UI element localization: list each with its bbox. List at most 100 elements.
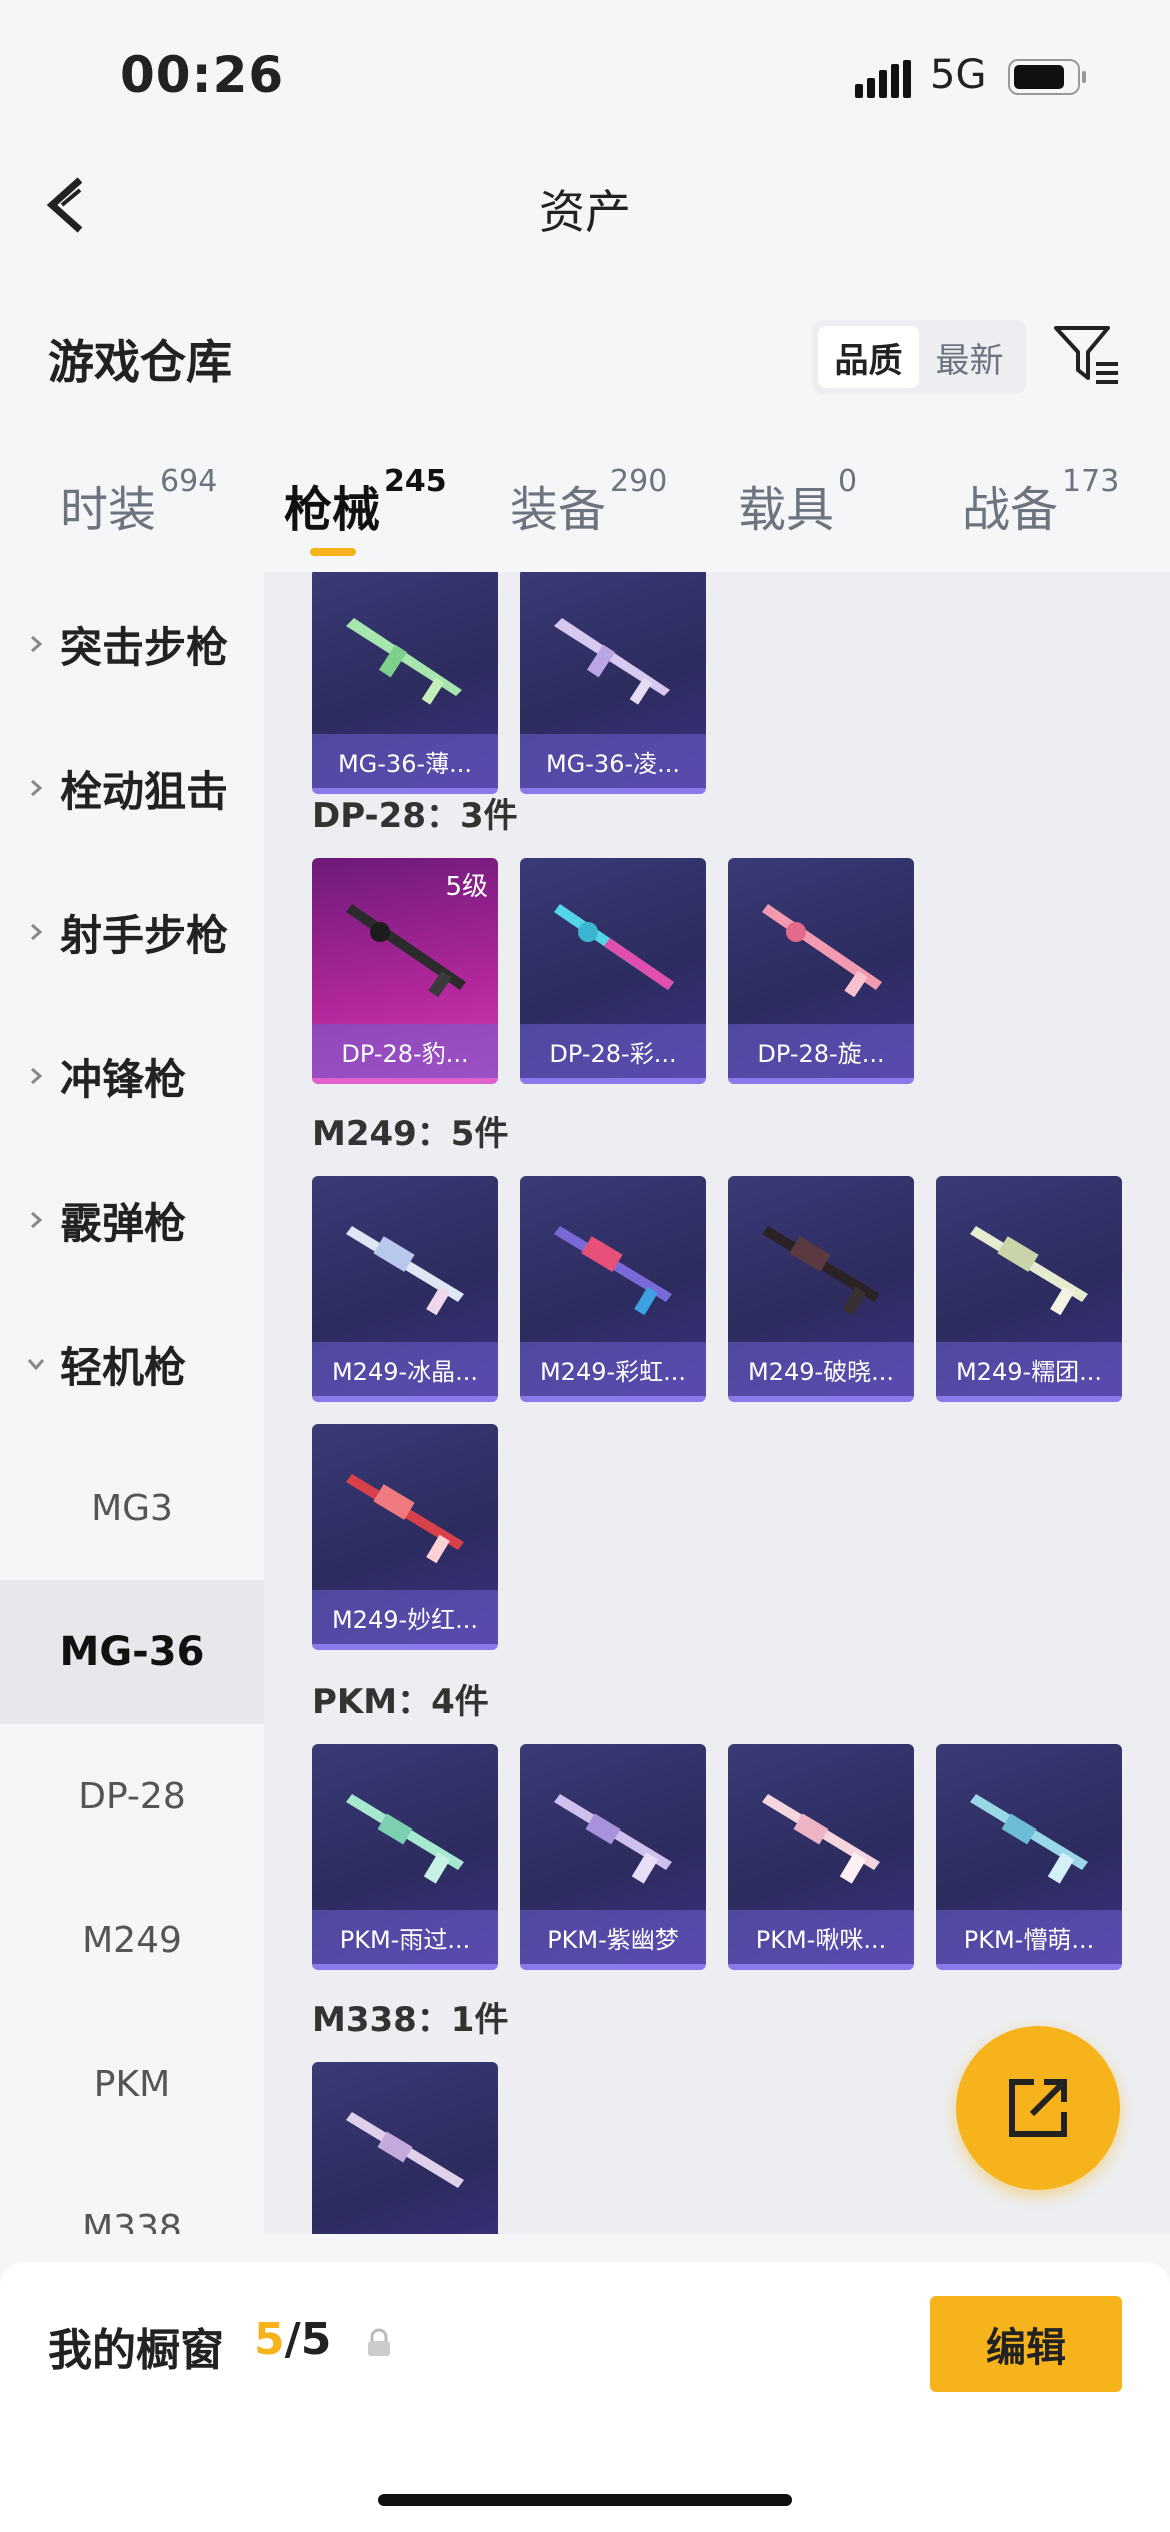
- group-title-m249: M249：5件: [312, 1114, 509, 1154]
- sidebar-subitem-pkm[interactable]: PKM: [0, 2012, 264, 2156]
- tab-count: 290: [610, 464, 668, 499]
- weapon-name: MG-36-凌...: [520, 734, 706, 788]
- sidebar-subitem-m249[interactable]: M249: [0, 1868, 264, 2012]
- tab-label: 载具: [738, 482, 835, 538]
- chevron-right-icon: [31, 1211, 43, 1229]
- showcase-count-current: 5: [254, 2314, 285, 2365]
- gun-icon: [554, 618, 670, 705]
- weapon-card[interactable]: PKM-啾咪...: [728, 1744, 914, 1970]
- group-title-dp28: DP-28：3件: [312, 796, 518, 836]
- sidebar-item-label: 栓动狙击: [60, 766, 229, 816]
- edit-button[interactable]: 编辑: [930, 2296, 1122, 2392]
- gun-icon: [346, 1474, 464, 1564]
- weapon-category-sidebar: 突击步枪 栓动狙击 射手步枪 冲锋枪 霰弹枪 轻机枪 MG3 MG-36 DP-…: [0, 572, 264, 2234]
- weapon-name: PKM-雨过...: [312, 1910, 498, 1964]
- sidebar-item-label: 霰弹枪: [60, 1198, 187, 1248]
- sidebar-subitem-m338[interactable]: M338: [0, 2156, 264, 2235]
- tab-vehicles[interactable]: 载具0: [738, 464, 857, 540]
- sidebar-item-label: 轻机枪: [60, 1342, 187, 1392]
- share-icon: [1009, 2079, 1067, 2137]
- sidebar-item-assault-rifle[interactable]: 突击步枪: [0, 572, 264, 716]
- filter-icon[interactable]: [1052, 322, 1122, 388]
- gun-icon: [762, 1794, 880, 1884]
- tab-count: 694: [160, 464, 218, 499]
- status-time: 00:26: [120, 46, 285, 104]
- weapon-card[interactable]: [312, 2062, 498, 2234]
- category-tabs: 时装694 枪械245 装备290 载具0 战备173: [0, 464, 1170, 570]
- showcase-bar: 我的橱窗 5/5 编辑: [0, 2262, 1170, 2532]
- gun-icon: [346, 2112, 464, 2188]
- weapon-name: M249-糯团...: [936, 1342, 1122, 1396]
- showcase-count: 5/5: [254, 2314, 331, 2365]
- network-type: 5G: [930, 52, 987, 98]
- weapon-card[interactable]: MG-36-凌...: [520, 572, 706, 794]
- weapon-card[interactable]: DP-28-旋...: [728, 858, 914, 1084]
- weapon-name: M249-冰晶...: [312, 1342, 498, 1396]
- battery-icon: [1008, 59, 1086, 95]
- tab-count: 245: [384, 464, 447, 499]
- weapon-card[interactable]: PKM-懵萌...: [936, 1744, 1122, 1970]
- tab-firearms[interactable]: 枪械245: [284, 464, 447, 540]
- sidebar-subitem-dp28[interactable]: DP-28: [0, 1724, 264, 1868]
- gun-icon: [554, 1226, 672, 1316]
- sidebar-item-shotgun[interactable]: 霰弹枪: [0, 1148, 264, 1292]
- weapon-card[interactable]: PKM-雨过...: [312, 1744, 498, 1970]
- tab-label: 时装: [60, 482, 157, 538]
- sort-segmented-control: 品质 最新: [812, 320, 1026, 394]
- nav-bar: 资产: [0, 150, 1170, 260]
- sidebar-subitem-mg36[interactable]: MG-36: [0, 1580, 264, 1724]
- chevron-down-icon: [27, 1359, 45, 1371]
- weapon-card[interactable]: 5级 DP-28-豹...: [312, 858, 498, 1084]
- group-title-pkm: PKM：4件: [312, 1682, 489, 1722]
- weapon-card[interactable]: M249-妙红...: [312, 1424, 498, 1650]
- tab-label: 装备: [510, 482, 607, 538]
- status-bar: 00:26 5G: [0, 0, 1170, 150]
- weapon-card[interactable]: MG-36-薄...: [312, 572, 498, 794]
- lock-icon: [368, 2328, 390, 2356]
- sidebar-item-label: 冲锋枪: [60, 1054, 187, 1104]
- home-indicator: [378, 2494, 792, 2506]
- weapon-card[interactable]: M249-冰晶...: [312, 1176, 498, 1402]
- gun-icon: [554, 904, 674, 990]
- warehouse-title: 游戏仓库: [48, 335, 232, 389]
- tab-fashion[interactable]: 时装694: [60, 464, 217, 540]
- group-title-m338: M338：1件: [312, 2000, 509, 2040]
- weapon-card[interactable]: M249-彩虹...: [520, 1176, 706, 1402]
- chevron-right-icon: [31, 635, 43, 653]
- sidebar-item-marksman-rifle[interactable]: 射手步枪: [0, 860, 264, 1004]
- gun-icon: [762, 904, 882, 998]
- showcase-label: 我的橱窗: [48, 2325, 224, 2376]
- gun-icon: [970, 1794, 1088, 1884]
- sort-quality-option[interactable]: 品质: [818, 326, 919, 388]
- chevron-right-icon: [31, 779, 43, 797]
- weapon-name: M249-破晓...: [728, 1342, 914, 1396]
- sort-newest-option[interactable]: 最新: [919, 326, 1020, 388]
- weapon-name: PKM-紫幽梦: [520, 1910, 706, 1964]
- sidebar-item-label: 突击步枪: [60, 622, 229, 672]
- sidebar-item-smg[interactable]: 冲锋枪: [0, 1004, 264, 1148]
- weapon-grid: MG-36-薄... MG-36-凌... DP-28：3件 5级 DP-28-…: [264, 572, 1170, 2234]
- tab-count: 0: [838, 464, 858, 499]
- gun-icon: [346, 618, 462, 705]
- gun-icon: [762, 1226, 880, 1316]
- weapon-name: M249-妙红...: [312, 1590, 498, 1644]
- weapon-card[interactable]: M249-糯团...: [936, 1176, 1122, 1402]
- tab-label: 战备: [962, 482, 1059, 538]
- weapon-card[interactable]: PKM-紫幽梦: [520, 1744, 706, 1970]
- tab-count: 173: [1062, 464, 1120, 499]
- sidebar-item-bolt-sniper[interactable]: 栓动狙击: [0, 716, 264, 860]
- weapon-name: DP-28-彩...: [520, 1024, 706, 1078]
- sidebar-subitem-mg3[interactable]: MG3: [0, 1436, 264, 1580]
- weapon-card[interactable]: DP-28-彩...: [520, 858, 706, 1084]
- sidebar-item-label: 射手步枪: [60, 910, 229, 960]
- share-button[interactable]: [956, 2026, 1120, 2190]
- chevron-right-icon: [31, 923, 43, 941]
- gun-icon: [346, 904, 466, 998]
- tab-equipment[interactable]: 装备290: [510, 464, 667, 540]
- sidebar-item-lmg[interactable]: 轻机枪: [0, 1292, 264, 1436]
- tab-supplies[interactable]: 战备173: [962, 464, 1119, 540]
- weapon-name: DP-28-豹...: [312, 1024, 498, 1078]
- weapon-name: M249-彩虹...: [520, 1342, 706, 1396]
- chevron-right-icon: [31, 1067, 43, 1085]
- weapon-card[interactable]: M249-破晓...: [728, 1176, 914, 1402]
